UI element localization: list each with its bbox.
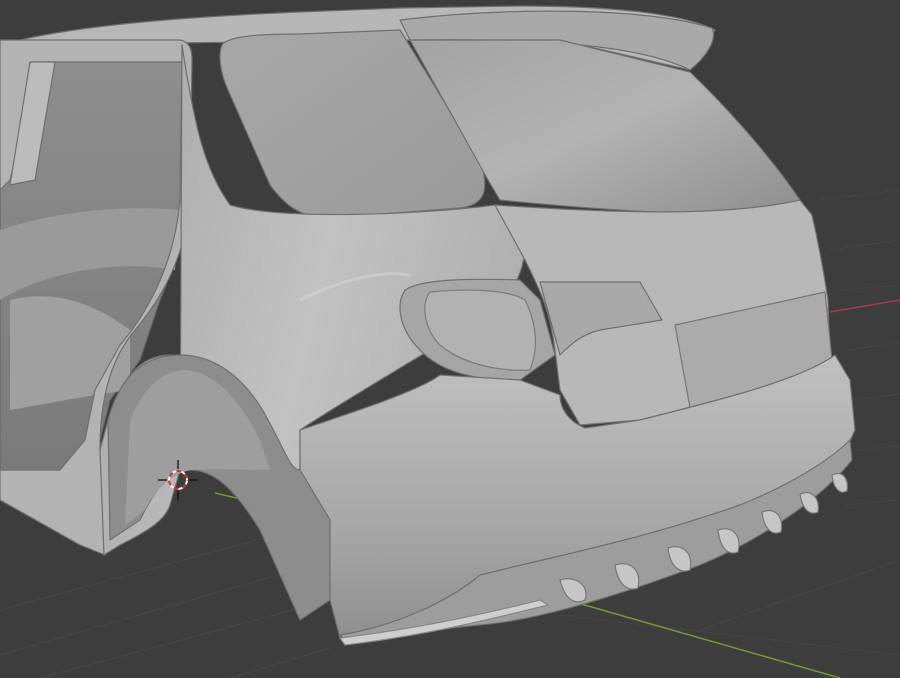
y-axis-line-front <box>559 597 841 678</box>
x-axis-line <box>829 299 900 313</box>
3d-viewport[interactable] <box>0 0 900 678</box>
car-body-model[interactable] <box>0 5 856 646</box>
viewport-canvas[interactable] <box>0 0 900 678</box>
